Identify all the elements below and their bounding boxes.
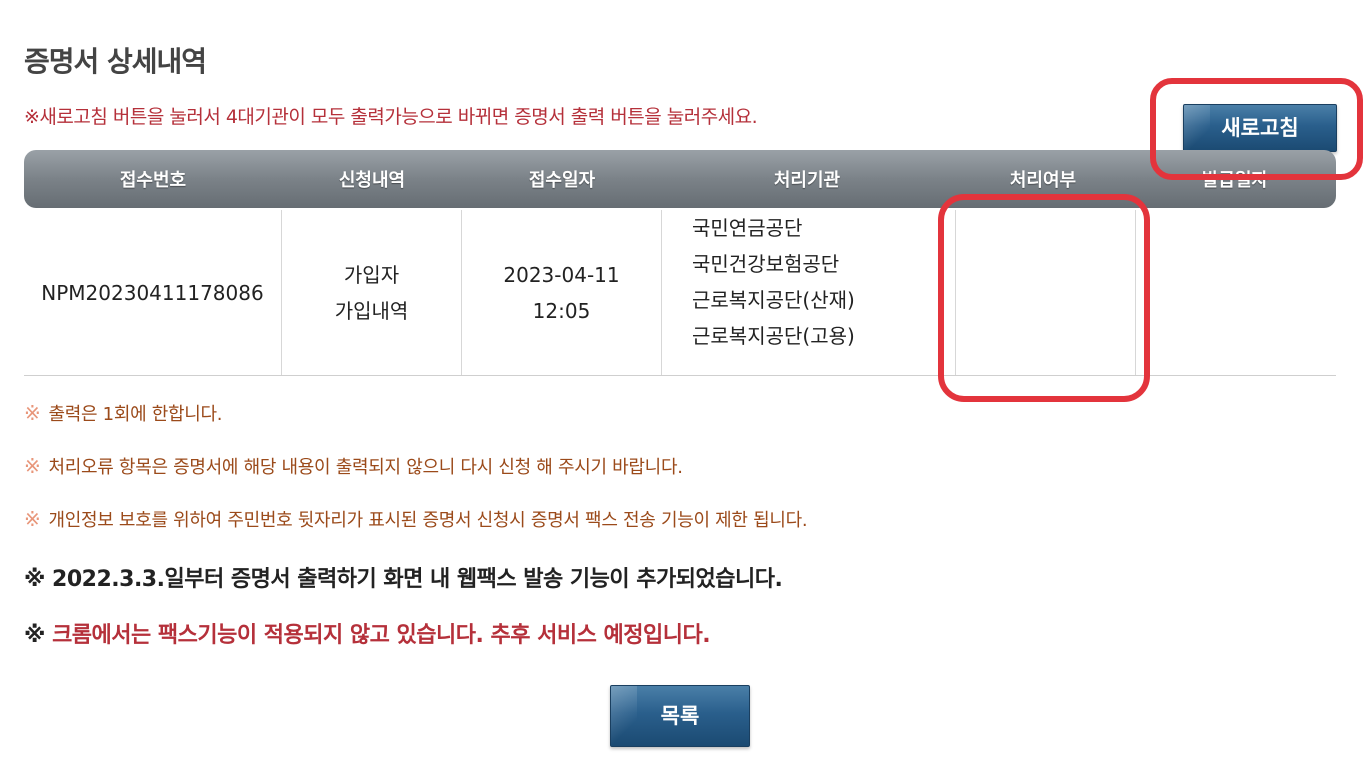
agency-item: 근로복지공단(산재): [692, 288, 855, 312]
agency-item: 근로복지공단(고용): [692, 324, 855, 348]
header-receipt-no: 접수번호: [119, 170, 187, 191]
cell-request: 가입자 가입내역: [282, 210, 462, 375]
cell-agency: 국민연금공단 국민건강보험공단 근로복지공단(산재) 근로복지공단(고용): [662, 210, 956, 375]
note-text: 처리오류 항목은 증명서에 해당 내용이 출력되지 않으니 다시 신청 해 주시…: [48, 457, 683, 478]
page-title: 증명서 상세내역: [24, 45, 207, 78]
note-item: ※ 출력은 1회에 한합니다.: [24, 400, 223, 426]
header-issue-date: 발급일자: [1201, 170, 1269, 191]
agency-item: 국민건강보험공단: [692, 252, 840, 276]
cell-status: [956, 210, 1136, 375]
note-text: 개인정보 보호를 위하여 주민번호 뒷자리가 표시된 증명서 신청시 증명서 팩…: [48, 510, 808, 531]
chrome-text: 크롬에서는 팩스기능이 적용되지 않고 있습니다. 추후 서비스 예정입니다.: [52, 623, 711, 648]
header-agency: 처리기관: [773, 170, 841, 191]
webfax-notice: ※ 2022.3.3.일부터 증명서 출력하기 화면 내 웹팩스 발송 기능이 …: [24, 567, 783, 592]
date-line2: 12:05: [532, 298, 591, 323]
table-header: 접수번호 신청내역 접수일자 처리기관 처리여부 발급일자: [24, 150, 1336, 208]
request-line2: 가입내역: [334, 298, 409, 323]
header-request: 신청내역: [338, 170, 406, 191]
date-line1: 2023-04-11: [503, 262, 620, 287]
header-date: 접수일자: [528, 170, 596, 191]
refresh-notice: ※새로고침 버튼을 눌러서 4대기관이 모두 출력가능으로 바뀌면 증명서 출력…: [24, 106, 758, 128]
cell-issue-date: [1136, 210, 1336, 375]
agency-item: 국민연금공단: [692, 216, 803, 240]
chrome-mark: ※: [24, 623, 45, 648]
refresh-button[interactable]: 새로고침: [1183, 104, 1337, 152]
table-row: NPM20230411178086 가입자 가입내역 2023-04-11 12…: [24, 210, 1336, 376]
note-mark: ※: [24, 454, 41, 478]
note-item: ※ 개인정보 보호를 위하여 주민번호 뒷자리가 표시된 증명서 신청시 증명서 …: [24, 506, 808, 532]
request-line1: 가입자: [343, 262, 400, 287]
header-status: 처리여부: [1009, 170, 1077, 191]
receipt-no-text: NPM20230411178086: [41, 280, 264, 305]
note-mark: ※: [24, 507, 41, 531]
chrome-notice: ※ 크롬에서는 팩스기능이 적용되지 않고 있습니다. 추후 서비스 예정입니다…: [24, 617, 711, 649]
list-button[interactable]: 목록: [610, 685, 750, 747]
cell-date: 2023-04-11 12:05: [462, 210, 662, 375]
cell-receipt-no: NPM20230411178086: [24, 210, 282, 375]
note-text: 출력은 1회에 한합니다.: [48, 404, 223, 425]
note-mark: ※: [24, 401, 41, 425]
note-item: ※ 처리오류 항목은 증명서에 해당 내용이 출력되지 않으니 다시 신청 해 주…: [24, 453, 683, 479]
